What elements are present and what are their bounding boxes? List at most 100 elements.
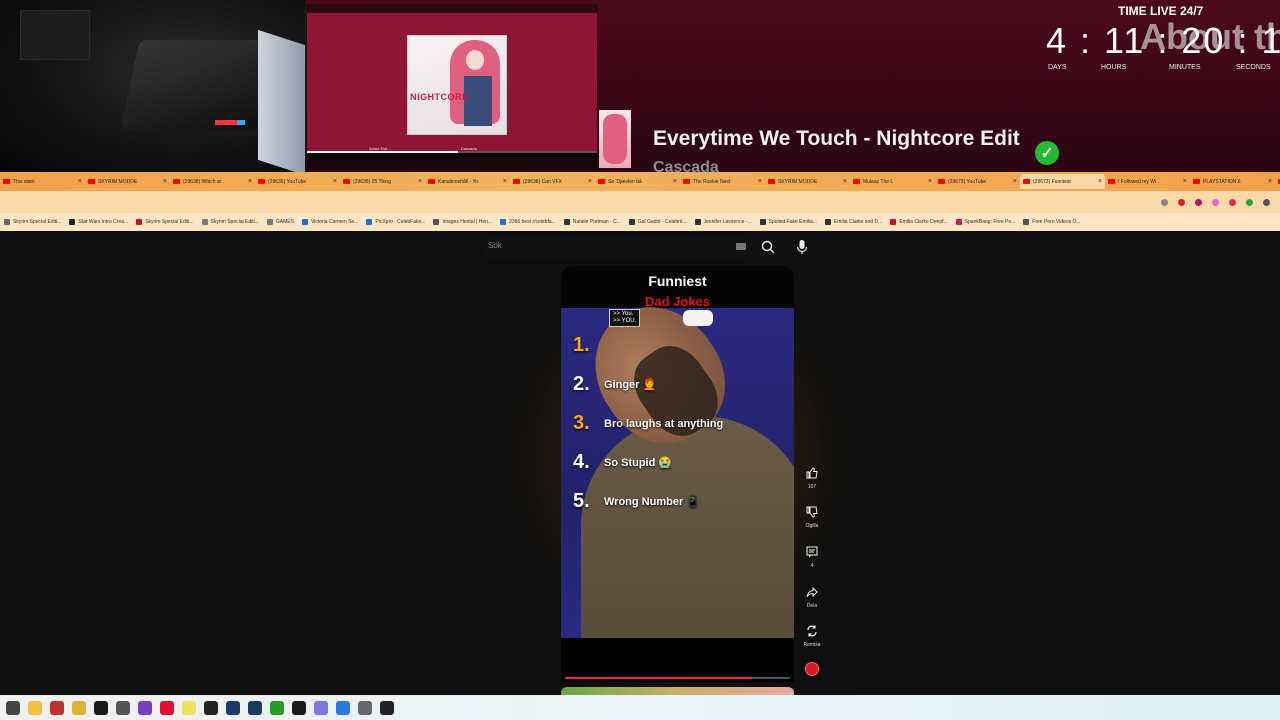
bookmarks-bar: Skyrim Special Editi... Star Wars Intro C… (0, 213, 1280, 231)
menu-icon[interactable] (1263, 198, 1270, 206)
search-icon[interactable] (760, 239, 776, 255)
docs-icon[interactable] (336, 700, 350, 715)
browser-tab[interactable]: (29635) 25 Thing × (340, 174, 425, 189)
epic-games-icon[interactable] (380, 700, 394, 715)
short-progress-bar[interactable] (565, 677, 790, 679)
youtube-favicon-icon (683, 179, 690, 184)
settings-icon[interactable] (50, 700, 64, 715)
browser-tab[interactable]: (29636) Can VFX × (510, 174, 595, 189)
keyboard-icon[interactable] (736, 243, 746, 250)
bookmark-item[interactable]: PicXpro : CelebFake... (366, 219, 425, 225)
browser-tab[interactable]: SKYRIM MODDE × (85, 174, 170, 189)
joke-number: 3. (573, 412, 590, 434)
close-icon[interactable]: × (416, 178, 422, 185)
bookmark-label: Images Hentai | Hen... (442, 219, 493, 225)
close-icon[interactable]: × (161, 178, 167, 185)
next-short-preview[interactable] (561, 687, 794, 695)
close-icon[interactable]: × (1181, 178, 1187, 185)
close-icon[interactable]: × (671, 178, 677, 185)
search-bar[interactable] (480, 236, 752, 258)
steam-icon[interactable] (226, 700, 240, 715)
xbox-icon[interactable] (270, 700, 284, 715)
close-icon[interactable]: × (1266, 178, 1272, 185)
extension-icon-3[interactable] (1212, 198, 1219, 206)
close-icon[interactable]: × (246, 178, 252, 185)
browser-tab[interactable]: PLAYSTATION 6 × (1190, 174, 1275, 189)
opera-icon[interactable] (160, 700, 174, 715)
remix-button[interactable]: Remixa (800, 623, 824, 648)
bookmark-item[interactable]: Spoiled Fake Emilia... (759, 219, 817, 225)
bookmark-item[interactable]: 2366 best r/celebfa... (500, 219, 556, 225)
close-icon[interactable]: × (841, 178, 847, 185)
extension-icon-4[interactable] (1229, 198, 1236, 206)
bookmark-favicon-icon (201, 219, 208, 225)
close-icon[interactable]: × (1096, 178, 1102, 185)
editor-icon[interactable] (138, 700, 152, 715)
bookmark-item[interactable]: Free Porn Videos O... (1023, 219, 1081, 225)
browser-tab[interactable]: Mulaaz The L × (850, 174, 935, 189)
folder-icon[interactable] (72, 700, 86, 715)
close-icon[interactable]: × (1011, 178, 1017, 185)
comments-button[interactable]: 4 (800, 544, 824, 569)
browser-tab[interactable]: (29635) YouTube × (255, 174, 340, 189)
bookmark-item[interactable]: Emilia Clarke Deepf... (890, 219, 948, 225)
notes-icon[interactable] (182, 700, 196, 715)
bookmark-item[interactable]: Victoria Carmen So... (301, 219, 358, 225)
photoshop-icon[interactable] (248, 700, 262, 715)
browser-tab[interactable]: Did× (1275, 174, 1280, 189)
close-icon[interactable]: × (926, 178, 932, 185)
browser-tab[interactable]: I Followed my Wi × (1105, 174, 1190, 189)
bookmark-item[interactable]: Images Hentai | Hen... (433, 219, 492, 225)
extension-icon-1[interactable] (1178, 198, 1185, 206)
webcam-monitor (258, 29, 305, 172)
gear-icon[interactable] (358, 700, 372, 715)
file-icon[interactable] (28, 700, 42, 715)
browser-tab[interactable]: (29673) YouTube × (935, 174, 1020, 189)
browser-tab[interactable]: (29673) Funniest × (1020, 174, 1105, 189)
bookmark-item[interactable]: SpankBang: Free Po... (955, 219, 1015, 225)
bookmark-item[interactable]: Skyrim Special Editi... (201, 219, 259, 225)
download-icon[interactable] (1246, 198, 1253, 206)
browser-tab[interactable]: This stam × (0, 174, 85, 189)
terminal-icon[interactable] (94, 700, 108, 715)
browser-tab[interactable]: Kanalinnehåll - Yo × (425, 174, 510, 189)
bookmark-item[interactable]: GAMES (266, 219, 294, 225)
dislike-button[interactable]: Ogilla (800, 504, 824, 529)
like-button[interactable]: 107 (800, 465, 824, 490)
camera-icon[interactable] (116, 700, 130, 715)
browser-icon[interactable] (314, 700, 328, 715)
bookmark-item[interactable]: Star Wars Intro Crea... (69, 219, 128, 225)
close-icon[interactable]: × (756, 178, 762, 185)
bookmark-label: Gal Gadot - Celebrit... (637, 219, 687, 225)
mic-icon[interactable] (795, 239, 809, 255)
obs-icon[interactable] (204, 700, 218, 715)
video-caption: >> You. >> YOU. (609, 309, 641, 327)
browser-tab[interactable]: The Rookie Next × (680, 174, 765, 189)
browser-toolbar (0, 191, 1280, 213)
extension-icon-2[interactable] (1195, 198, 1202, 206)
bookmark-item[interactable]: Skyrim Special Editi... (4, 219, 61, 225)
bookmark-item[interactable]: Gal Gadot - Celebrit... (628, 219, 687, 225)
browser-tab[interactable]: Se 'Djævlen bå × (595, 174, 680, 189)
search-input[interactable]: Sök (488, 241, 502, 250)
close-icon[interactable]: × (76, 178, 82, 185)
close-icon[interactable]: × (501, 178, 507, 185)
browser-tab-label: (29673) YouTube (948, 178, 987, 185)
spotify-icon[interactable] (292, 700, 306, 715)
bookmark-star-icon[interactable] (1161, 198, 1168, 206)
bookmark-item[interactable]: Emilia Clarke and D... (824, 219, 882, 225)
bookmark-label: Skyrim Special Editi... (145, 219, 194, 225)
share-button[interactable]: Dela (800, 584, 824, 609)
bookmark-item[interactable]: Skyrim Special Editi... (136, 219, 194, 225)
browser-tab[interactable]: (29638) Which ar × (170, 174, 255, 189)
channel-avatar[interactable] (805, 662, 819, 676)
bookmark-favicon-icon (366, 219, 373, 225)
bookmark-item[interactable]: Natalie Portman - C... (563, 219, 621, 225)
close-icon[interactable]: × (331, 178, 337, 185)
screen: NIGHTCORE About Eve... Cascada Everytime… (0, 0, 1280, 720)
start-icon[interactable] (6, 700, 20, 715)
joke-item: 5. Wrong Number 📱 (573, 490, 700, 513)
close-icon[interactable]: × (586, 178, 592, 185)
bookmark-item[interactable]: Jennifer Lawrence -... (694, 219, 752, 225)
browser-tab[interactable]: SKYRIM MODDE × (765, 174, 850, 189)
